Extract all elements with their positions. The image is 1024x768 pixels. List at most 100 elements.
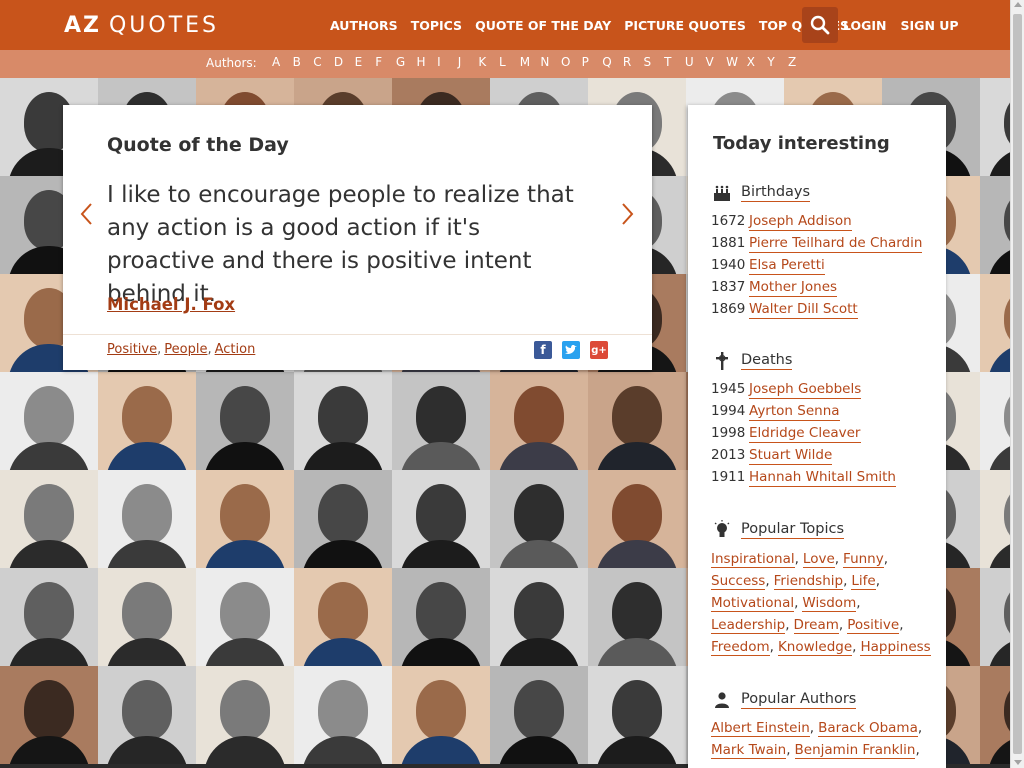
login-link[interactable]: LOGIN (843, 18, 887, 33)
popular-topics-link[interactable]: Love (802, 551, 835, 568)
popular-topics-title[interactable]: Popular Topics (741, 521, 845, 539)
letter-link[interactable]: I (437, 55, 458, 69)
author-portrait[interactable] (490, 470, 588, 568)
letter-link[interactable]: M (520, 55, 541, 69)
letter-link[interactable]: P (582, 55, 603, 69)
popular-topics-link[interactable]: Life (851, 573, 876, 590)
author-portrait[interactable] (980, 372, 1010, 470)
popular-topics-link[interactable]: Inspirational (711, 551, 795, 568)
google-plus-icon[interactable]: g+ (590, 341, 608, 359)
author-portrait[interactable] (980, 568, 1010, 666)
letter-link[interactable]: Y (767, 55, 788, 69)
person-link[interactable]: Elsa Peretti (749, 257, 825, 275)
popular-authors-link[interactable]: Albert Einstein (711, 720, 810, 737)
letter-link[interactable]: H (416, 55, 437, 69)
author-portrait[interactable] (392, 666, 490, 764)
letter-link[interactable]: N (540, 55, 561, 69)
author-portrait[interactable] (98, 666, 196, 764)
person-link[interactable]: Ayrton Senna (749, 403, 840, 421)
author-portrait[interactable] (0, 666, 98, 764)
letter-link[interactable]: L (499, 55, 520, 69)
letter-link[interactable]: V (705, 55, 726, 69)
author-portrait[interactable] (196, 470, 294, 568)
facebook-icon[interactable]: f (534, 341, 552, 359)
person-link[interactable]: Mother Jones (749, 279, 838, 297)
letter-link[interactable]: E (355, 55, 376, 69)
author-portrait[interactable] (392, 372, 490, 470)
popular-topics-link[interactable]: Wisdom (802, 595, 857, 612)
scroll-down-arrow-icon[interactable] (1014, 760, 1022, 765)
popular-topics-link[interactable]: Knowledge (777, 639, 853, 656)
author-portrait[interactable] (0, 372, 98, 470)
author-portrait[interactable] (980, 176, 1010, 274)
author-portrait[interactable] (196, 372, 294, 470)
author-portrait[interactable] (490, 568, 588, 666)
popular-topics-link[interactable]: Funny (843, 551, 884, 568)
page-scrollbar[interactable] (1010, 0, 1024, 768)
popular-topics-link[interactable]: Dream (793, 617, 839, 634)
popular-topics-link[interactable]: Success (711, 573, 766, 590)
twitter-icon[interactable] (562, 341, 580, 359)
deaths-title[interactable]: Deaths (741, 352, 793, 370)
author-portrait[interactable] (294, 568, 392, 666)
quote-text[interactable]: I like to encourage people to realize th… (107, 179, 577, 311)
author-portrait[interactable] (588, 470, 686, 568)
letter-link[interactable]: K (478, 55, 499, 69)
author-portrait[interactable] (98, 470, 196, 568)
popular-authors-link[interactable]: Barack Obama (818, 720, 918, 737)
popular-topics-link[interactable]: Positive (847, 617, 900, 634)
author-portrait[interactable] (294, 470, 392, 568)
letter-link[interactable]: Z (788, 55, 809, 69)
author-portrait[interactable] (980, 78, 1010, 176)
popular-authors-title[interactable]: Popular Authors (741, 691, 857, 709)
popular-authors-link[interactable]: Mark Twain (711, 742, 787, 759)
popular-topics-link[interactable]: Friendship (773, 573, 844, 590)
author-portrait[interactable] (392, 568, 490, 666)
author-portrait[interactable] (588, 568, 686, 666)
author-portrait[interactable] (588, 666, 686, 764)
author-portrait[interactable] (98, 568, 196, 666)
letter-link[interactable]: U (685, 55, 706, 69)
birthdays-title[interactable]: Birthdays (741, 184, 811, 202)
author-portrait[interactable] (196, 666, 294, 764)
letter-link[interactable]: X (747, 55, 768, 69)
author-portrait[interactable] (294, 666, 392, 764)
popular-topics-link[interactable]: Happiness (860, 639, 931, 656)
nav-picture-quotes[interactable]: PICTURE QUOTES (624, 18, 746, 33)
letter-link[interactable]: C (313, 55, 334, 69)
author-portrait[interactable] (392, 470, 490, 568)
popular-topics-link[interactable]: Leadership (711, 617, 786, 634)
popular-authors-link[interactable]: Benjamin Franklin (794, 742, 916, 759)
author-portrait[interactable] (98, 372, 196, 470)
letter-link[interactable]: F (375, 55, 396, 69)
author-portrait[interactable] (196, 568, 294, 666)
author-portrait[interactable] (0, 470, 98, 568)
person-link[interactable]: Hannah Whitall Smith (749, 469, 896, 487)
nav-authors[interactable]: AUTHORS (330, 18, 398, 33)
popular-topics-link[interactable]: Motivational (711, 595, 795, 612)
letter-link[interactable]: A (272, 55, 293, 69)
author-portrait[interactable] (980, 470, 1010, 568)
popular-topics-link[interactable]: Freedom (711, 639, 770, 656)
letter-link[interactable]: Q (602, 55, 623, 69)
signup-link[interactable]: SIGN UP (901, 18, 959, 33)
next-quote-button[interactable] (617, 200, 639, 228)
letter-link[interactable]: O (561, 55, 582, 69)
author-portrait[interactable] (0, 568, 98, 666)
site-logo[interactable]: AZ QUOTES (64, 12, 219, 38)
search-button[interactable] (802, 7, 838, 43)
person-link[interactable]: Joseph Addison (749, 213, 852, 231)
tag-link[interactable]: People (164, 342, 207, 357)
author-portrait[interactable] (980, 666, 1010, 764)
author-portrait[interactable] (980, 274, 1010, 372)
person-link[interactable]: Stuart Wilde (749, 447, 833, 465)
person-link[interactable]: Eldridge Cleaver (749, 425, 861, 443)
author-portrait[interactable] (490, 372, 588, 470)
author-portrait[interactable] (490, 666, 588, 764)
previous-quote-button[interactable] (75, 200, 97, 228)
letter-link[interactable]: G (396, 55, 417, 69)
author-portrait[interactable] (294, 372, 392, 470)
tag-link[interactable]: Positive (107, 342, 157, 357)
letter-link[interactable]: J (458, 55, 479, 69)
letter-link[interactable]: D (334, 55, 355, 69)
